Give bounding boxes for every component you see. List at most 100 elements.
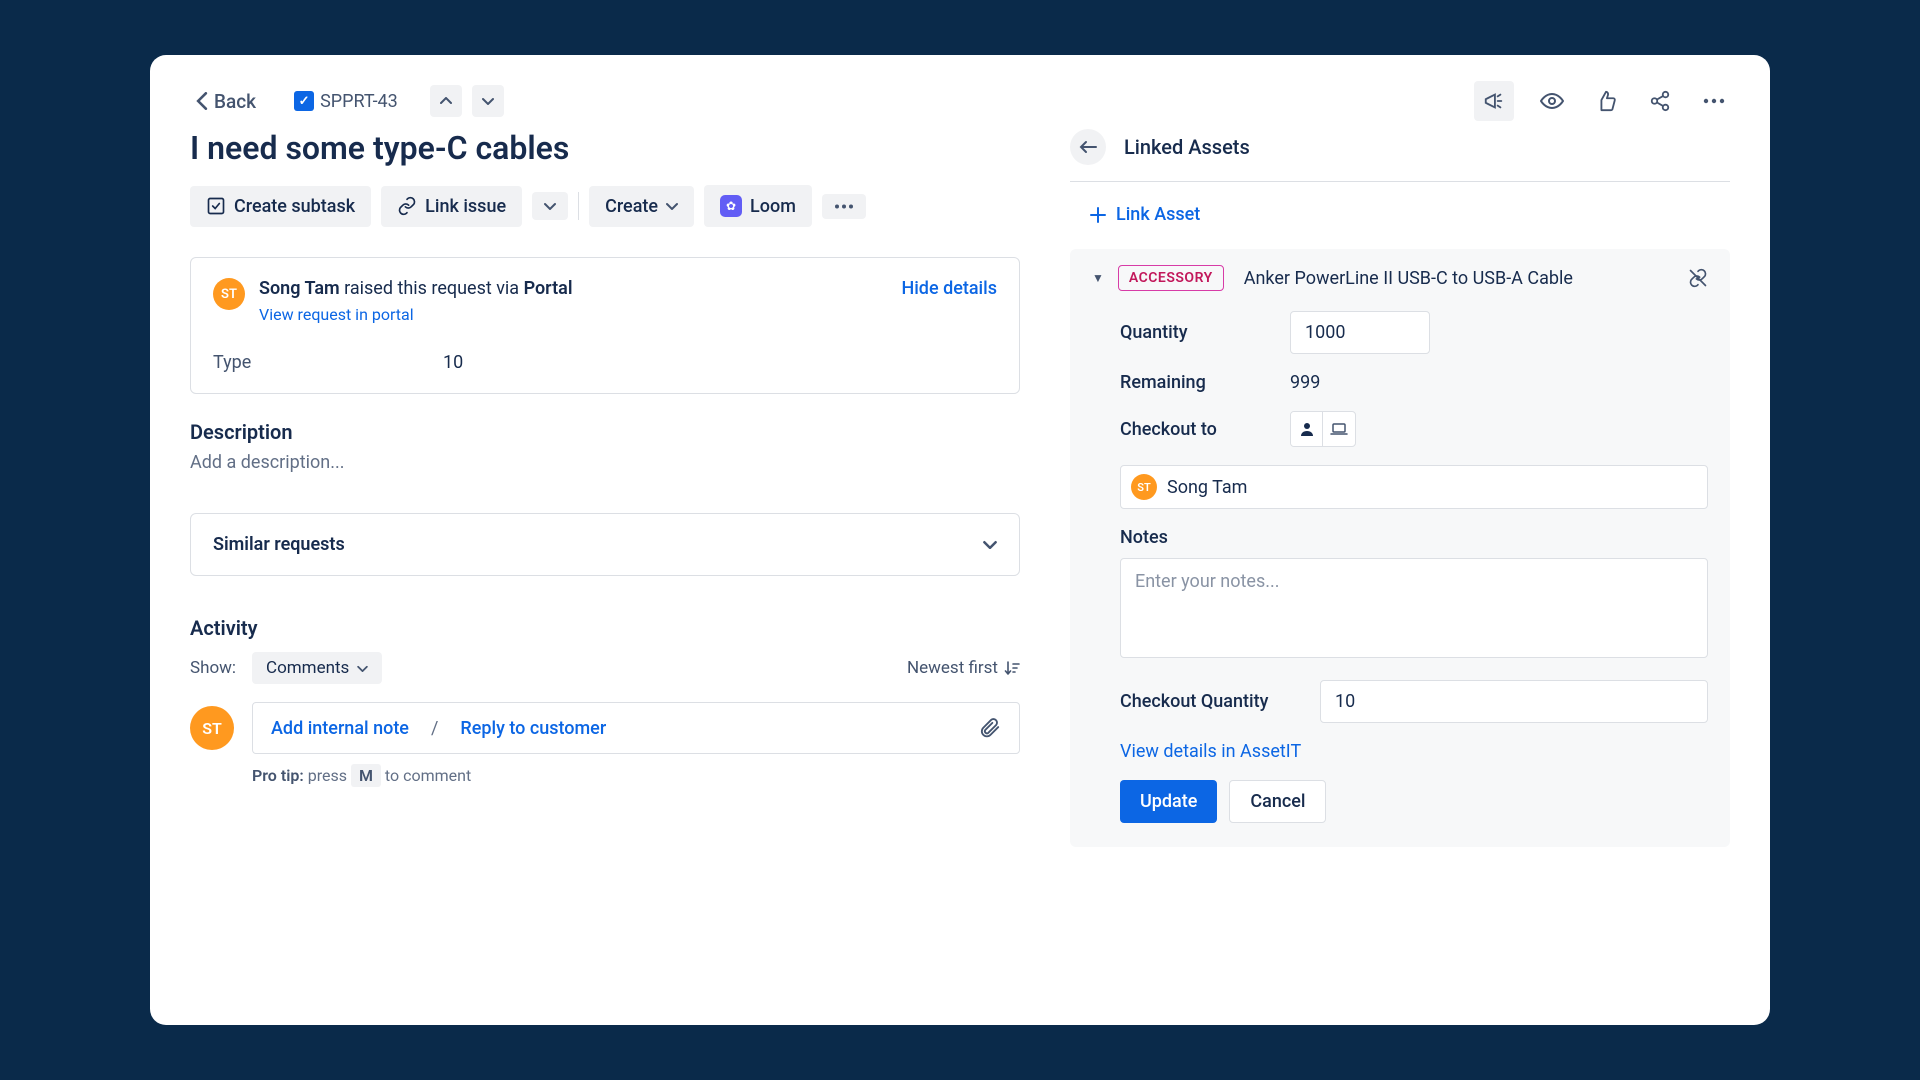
description-field[interactable]: Add a description...	[190, 452, 1020, 473]
quantity-row: Quantity	[1092, 311, 1708, 354]
vote-button[interactable]	[1590, 85, 1622, 117]
issue-key[interactable]: SPPRT-43	[294, 91, 398, 112]
watch-button[interactable]	[1536, 85, 1568, 117]
topbar-right	[1474, 81, 1730, 121]
remaining-value: 999	[1290, 372, 1320, 393]
next-issue-button[interactable]	[472, 85, 504, 117]
issue-window: Back SPPRT-43	[150, 55, 1770, 1025]
cancel-button[interactable]: Cancel	[1229, 780, 1326, 823]
share-button[interactable]	[1644, 85, 1676, 117]
more-actions-secondary[interactable]	[822, 194, 866, 219]
paperclip-icon	[979, 717, 1001, 739]
link-issue-dropdown[interactable]	[532, 192, 568, 220]
eye-icon	[1540, 89, 1564, 113]
topbar-left: Back SPPRT-43	[190, 85, 504, 117]
nav-arrows	[430, 85, 504, 117]
chevron-down-icon	[666, 202, 678, 210]
unlink-icon	[1688, 268, 1708, 288]
asset-category-tag: ACCESSORY	[1118, 265, 1224, 291]
remaining-row: Remaining 999	[1092, 372, 1708, 393]
subtask-icon	[206, 196, 226, 216]
pro-tip: Pro tip: press M to comment	[252, 766, 1020, 785]
thumbs-up-icon	[1595, 90, 1617, 112]
loom-button[interactable]: Loom	[704, 185, 812, 227]
sort-icon	[1004, 660, 1020, 676]
linked-assets-back-button[interactable]	[1070, 129, 1106, 165]
checkout-user-field[interactable]: ST Song Tam	[1120, 465, 1708, 509]
loom-icon	[720, 195, 742, 217]
pro-tip-press: press	[304, 766, 351, 785]
checkout-to-user-button[interactable]	[1291, 412, 1323, 446]
pro-tip-key: M	[351, 764, 381, 787]
request-info: ST Song Tam raised this request via Port…	[213, 278, 573, 324]
main-content: I need some type-C cables Create subtask…	[190, 129, 1730, 995]
comment-box[interactable]: Add internal note / Reply to customer	[252, 702, 1020, 754]
chevron-down-icon	[983, 540, 997, 549]
asset-collapse-button[interactable]: ▼	[1092, 271, 1104, 285]
show-label: Show:	[190, 658, 236, 678]
raised-text: raised this request via	[340, 278, 524, 299]
unlink-asset-button[interactable]	[1688, 268, 1708, 288]
chevron-left-icon	[196, 92, 208, 110]
add-internal-note-link[interactable]: Add internal note	[271, 718, 409, 739]
megaphone-icon	[1483, 90, 1505, 112]
notes-input[interactable]	[1120, 558, 1708, 658]
pro-tip-label: Pro tip:	[252, 766, 304, 785]
linked-assets-header: Linked Assets	[1070, 129, 1730, 182]
requester-avatar[interactable]: ST	[213, 278, 245, 310]
request-card: ST Song Tam raised this request via Port…	[190, 257, 1020, 394]
activity-heading: Activity	[190, 616, 1020, 640]
activity-filter-left: Show: Comments	[190, 652, 382, 684]
link-issue-button[interactable]: Link issue	[381, 186, 522, 227]
comment-separator: /	[431, 718, 438, 739]
action-row: Create subtask Link issue Create Loom	[190, 185, 1020, 227]
topbar: Back SPPRT-43	[190, 79, 1730, 123]
more-actions-button[interactable]	[1698, 85, 1730, 117]
checkout-qty-label: Checkout Quantity	[1120, 691, 1320, 712]
view-details-link[interactable]: View details in AssetIT	[1092, 741, 1708, 762]
left-column: I need some type-C cables Create subtask…	[190, 129, 1020, 995]
sort-button[interactable]: Newest first	[907, 658, 1020, 678]
quantity-label: Quantity	[1120, 322, 1290, 343]
back-button[interactable]: Back	[190, 86, 262, 117]
link-issue-label: Link issue	[425, 196, 506, 217]
checkout-user-name: Song Tam	[1167, 477, 1247, 498]
checkout-to-row: Checkout to	[1092, 411, 1708, 447]
attach-button[interactable]	[979, 717, 1001, 739]
view-in-portal-link[interactable]: View request in portal	[259, 305, 573, 324]
feedback-button[interactable]	[1474, 81, 1514, 121]
create-button[interactable]: Create	[589, 186, 694, 227]
type-row: Type 10	[213, 352, 997, 373]
requester-name: Song Tam	[259, 278, 340, 299]
chevron-down-icon	[482, 97, 494, 105]
loom-label: Loom	[750, 196, 796, 217]
pro-tip-after: to comment	[381, 766, 471, 785]
sort-label: Newest first	[907, 658, 998, 678]
chevron-up-icon	[440, 97, 452, 105]
prev-issue-button[interactable]	[430, 85, 462, 117]
activity-filter-dropdown[interactable]: Comments	[252, 652, 382, 684]
plus-icon	[1090, 207, 1106, 223]
checkout-qty-input[interactable]	[1320, 680, 1708, 723]
remaining-label: Remaining	[1120, 372, 1290, 393]
checkout-user-row: ST Song Tam	[1092, 465, 1708, 509]
asset-head: ▼ ACCESSORY Anker PowerLine II USB-C to …	[1092, 265, 1708, 291]
request-text-block: Song Tam raised this request via Portal …	[259, 278, 573, 324]
update-button[interactable]: Update	[1120, 780, 1217, 823]
link-asset-label: Link Asset	[1116, 204, 1200, 225]
similar-requests-panel[interactable]: Similar requests	[190, 513, 1020, 576]
quantity-input[interactable]	[1290, 311, 1430, 354]
link-asset-button[interactable]: Link Asset	[1070, 198, 1730, 231]
link-icon	[397, 196, 417, 216]
checkout-to-device-button[interactable]	[1323, 412, 1355, 446]
comment-row: ST Add internal note / Reply to customer	[190, 702, 1020, 754]
issue-title[interactable]: I need some type-C cables	[190, 129, 1020, 167]
chevron-down-icon	[544, 202, 556, 210]
right-column: Linked Assets Link Asset ▼ ACCESSORY Ank…	[1070, 129, 1730, 995]
create-subtask-button[interactable]: Create subtask	[190, 186, 371, 227]
current-user-avatar[interactable]: ST	[190, 706, 234, 750]
hide-details-link[interactable]: Hide details	[901, 278, 997, 299]
reply-to-customer-link[interactable]: Reply to customer	[460, 718, 606, 739]
create-label: Create	[605, 196, 658, 217]
person-icon	[1299, 421, 1315, 437]
